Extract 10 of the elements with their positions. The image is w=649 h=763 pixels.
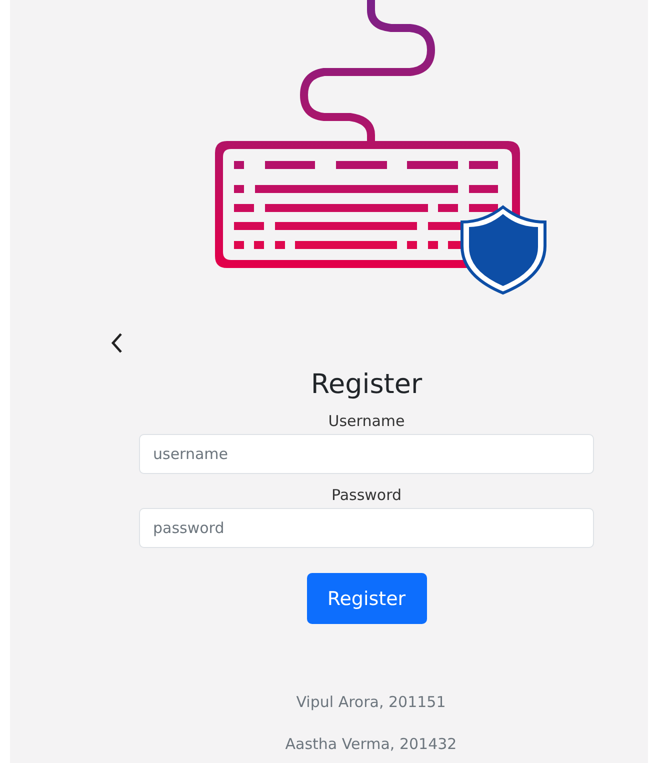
field-label: Password: [331, 486, 402, 504]
shield-icon: [460, 206, 546, 294]
field-label: Username: [328, 412, 405, 430]
form-title: Register: [310, 368, 422, 402]
input-field[interactable]: username: [139, 434, 594, 474]
input-field[interactable]: password: [139, 508, 594, 548]
credit-text: Vipul Arora, 201151: [296, 692, 446, 712]
credit-text: Aastha Verma, 201432: [285, 734, 457, 754]
back-icon[interactable]: [110, 332, 124, 354]
register-button[interactable]: Register: [306, 573, 426, 624]
